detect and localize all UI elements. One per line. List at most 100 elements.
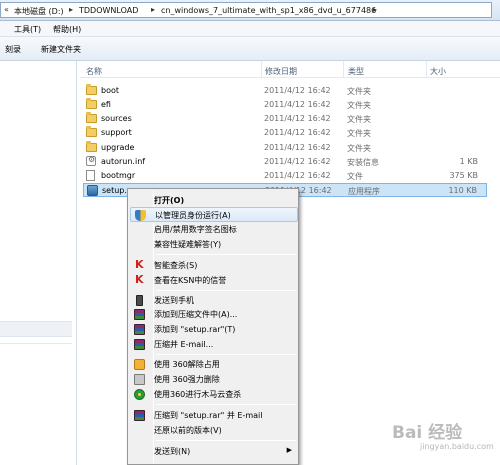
burn-button[interactable]: 刻录 <box>5 44 21 55</box>
file-type: 文件夹 <box>347 129 371 138</box>
menu-item-label: 启用/禁用数字签名图标 <box>154 225 237 234</box>
menu-item-compatibility[interactable]: 兼容性疑难解答(Y) <box>130 237 298 252</box>
menu-tools[interactable]: 工具(T) <box>14 24 41 35</box>
address-bar: « 本地磁盘 (D:) ▸ TDDOWNLOAD ▸ cn_windows_7_… <box>0 0 500 21</box>
menu-item-open[interactable]: 打开(O) <box>130 193 298 208</box>
file-name: upgrade <box>101 143 135 152</box>
menu-divider <box>156 440 296 441</box>
setup-exe-icon <box>87 185 98 196</box>
breadcrumb-drive[interactable]: 本地磁盘 (D:) <box>14 6 64 17</box>
menu-item-ksn-reputation[interactable]: 查看在KSN中的信誉 <box>130 273 298 288</box>
menu-divider <box>156 354 296 355</box>
settings-file-icon <box>86 155 96 166</box>
navigation-pane[interactable] <box>0 61 77 465</box>
nav-selected-item[interactable] <box>0 321 72 337</box>
nav-divider <box>0 343 72 344</box>
chevron-right-icon[interactable]: ▸ <box>69 5 73 14</box>
menu-help[interactable]: 帮助(H) <box>53 24 81 35</box>
breadcrumb-folder[interactable]: TDDOWNLOAD <box>79 6 138 15</box>
menu-item-label: 使用360进行木马云查杀 <box>154 390 242 399</box>
file-name: boot <box>101 86 120 95</box>
menu-item-label: 发送到(N) <box>154 447 191 456</box>
file-name: efi <box>101 100 111 109</box>
command-toolbar: 刻录 新建文件夹 <box>0 37 500 61</box>
file-date: 2011/4/12 16:42 <box>264 128 331 137</box>
column-divider[interactable] <box>343 61 344 78</box>
360-icon <box>134 389 145 400</box>
chevron-right-icon: ▶ <box>286 446 292 454</box>
menu-divider <box>156 290 296 291</box>
chevron-right-icon[interactable]: ▸ <box>151 5 155 14</box>
winrar-icon <box>134 410 145 421</box>
column-header-name[interactable]: 名称 <box>86 61 261 78</box>
folder-icon <box>86 84 97 95</box>
menu-item-360-force-delete[interactable]: 使用 360强力删除 <box>130 372 298 387</box>
winrar-icon <box>134 309 145 320</box>
file-row[interactable]: support 2011/4/12 16:42 文件夹 <box>83 126 487 140</box>
menu-item-label: 使用 360解除占用 <box>154 360 220 369</box>
menu-item-send-to-phone[interactable]: 发送到手机 <box>130 293 298 308</box>
menu-item-360-unlock[interactable]: 使用 360解除占用 <box>130 357 298 372</box>
winrar-icon <box>134 339 145 350</box>
column-header-date[interactable]: 修改日期 <box>265 61 343 78</box>
file-row[interactable]: bootmgr 2011/4/12 16:42 文件 375 KB <box>83 169 487 183</box>
uac-shield-icon <box>135 210 146 221</box>
file-row[interactable]: autorun.inf 2011/4/12 16:42 安装信息 1 KB <box>83 155 487 169</box>
file-name: autorun.inf <box>101 157 146 166</box>
menu-item-label: 使用 360强力删除 <box>154 375 220 384</box>
menu-item-compress-email[interactable]: 压缩并 E-mail... <box>130 337 298 352</box>
menu-item-add-to-archive[interactable]: 添加到压缩文件中(A)... <box>130 307 298 322</box>
new-folder-button[interactable]: 新建文件夹 <box>41 44 81 55</box>
menu-item-run-as-admin[interactable]: 以管理员身份运行(A) <box>130 207 298 222</box>
menu-item-label: 查看在KSN中的信誉 <box>154 276 227 285</box>
menu-item-restore-previous-versions[interactable]: 还原以前的版本(V) <box>130 423 298 438</box>
menu-item-add-to-setup-rar[interactable]: 添加到 "setup.rar"(T) <box>130 322 298 337</box>
breadcrumb-current[interactable]: cn_windows_7_ultimate_with_sp1_x86_dvd_u… <box>161 6 376 15</box>
file-type: 文件夹 <box>347 115 371 124</box>
trash-icon <box>134 374 145 385</box>
file-row[interactable]: boot 2011/4/12 16:42 文件夹 <box>83 84 487 98</box>
lock-icon <box>134 359 145 370</box>
context-menu: 打开(O) 以管理员身份运行(A) 启用/禁用数字签名图标 兼容性疑难解答(Y)… <box>127 188 299 465</box>
file-date: 2011/4/12 16:42 <box>264 171 331 180</box>
menu-item-label: 添加到 "setup.rar"(T) <box>154 325 236 334</box>
phone-icon <box>136 295 143 306</box>
file-date: 2011/4/12 16:42 <box>264 86 331 95</box>
menu-item-digital-signature[interactable]: 启用/禁用数字签名图标 <box>130 222 298 237</box>
header-divider <box>80 77 500 78</box>
folder-icon <box>86 98 97 109</box>
menu-item-label: 添加到压缩文件中(A)... <box>154 310 238 319</box>
column-header-type[interactable]: 类型 <box>348 61 426 78</box>
column-header-size[interactable]: 大小 <box>430 61 490 78</box>
file-row[interactable]: sources 2011/4/12 16:42 文件夹 <box>83 112 487 126</box>
chevron-right-icon[interactable]: ▸ <box>373 5 377 14</box>
menu-item-label: 压缩并 E-mail... <box>154 340 214 349</box>
file-row[interactable]: efi 2011/4/12 16:42 文件夹 <box>83 98 487 112</box>
menu-item-label: 还原以前的版本(V) <box>154 426 222 435</box>
baidu-jingyan-watermark: Bai 经验 <box>392 423 463 443</box>
kaspersky-icon <box>134 258 145 271</box>
column-divider[interactable] <box>426 61 427 78</box>
menu-item-label: 打开(O) <box>154 196 185 205</box>
file-date: 2011/4/12 16:42 <box>264 143 331 152</box>
menu-item-360-cloud-scan[interactable]: 使用360进行木马云查杀 <box>130 387 298 402</box>
menu-item-smart-scan[interactable]: 智能查杀(S) <box>130 258 298 273</box>
file-size: 110 KB <box>448 186 477 195</box>
file-date: 2011/4/12 16:42 <box>264 157 331 166</box>
kaspersky-icon <box>134 273 145 286</box>
menu-divider <box>156 254 296 255</box>
file-name: support <box>101 128 132 137</box>
file-size: 1 KB <box>459 157 478 166</box>
column-divider[interactable] <box>261 61 262 78</box>
file-name: bootmgr <box>101 171 136 180</box>
address-breadcrumb[interactable]: « 本地磁盘 (D:) ▸ TDDOWNLOAD ▸ cn_windows_7_… <box>0 2 492 18</box>
menu-item-label: 以管理员身份运行(A) <box>155 211 231 220</box>
menu-item-label: 压缩到 "setup.rar" 并 E-mail <box>154 411 263 420</box>
file-row[interactable]: upgrade 2011/4/12 16:42 文件夹 <box>83 141 487 155</box>
folder-icon <box>86 112 97 123</box>
menu-item-label: 兼容性疑难解答(Y) <box>154 240 222 249</box>
menu-item-send-to[interactable]: 发送到(N) ▶ <box>130 444 298 459</box>
file-date: 2011/4/12 16:42 <box>264 114 331 123</box>
file-icon <box>86 170 95 181</box>
menu-item-compress-to-setup-rar-email[interactable]: 压缩到 "setup.rar" 并 E-mail <box>130 408 298 423</box>
